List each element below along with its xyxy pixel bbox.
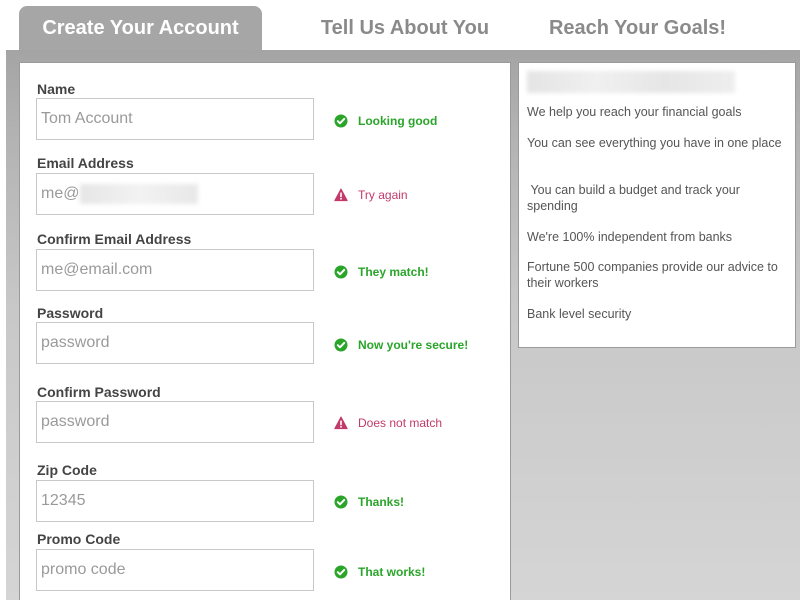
- account-form: Name Tom Account Looking good Email Addr…: [19, 62, 511, 600]
- tab-create-account[interactable]: Create Your Account: [19, 6, 262, 50]
- confirm-password-label: Confirm Password: [37, 384, 161, 400]
- benefit-item: We help you reach your financial goals: [527, 105, 742, 119]
- email-input[interactable]: me@: [36, 173, 314, 215]
- warning-triangle-icon: [334, 188, 348, 202]
- tab-bar: Create Your Account Tell Us About You Re…: [0, 0, 800, 50]
- password-status: Now you're secure!: [334, 338, 468, 352]
- confirm-password-status-text: Does not match: [358, 416, 443, 430]
- zip-code-input-value: 12345: [41, 492, 86, 509]
- name-label: Name: [37, 81, 76, 97]
- promo-code-status: That works!: [334, 565, 425, 579]
- confirm-email-input[interactable]: me@email.com: [36, 249, 314, 291]
- confirm-email-status: They match!: [334, 265, 429, 279]
- confirm-password-input[interactable]: password: [36, 401, 314, 443]
- name-status: Looking good: [334, 114, 437, 128]
- email-input-value: me@: [41, 185, 80, 202]
- check-circle-icon: [334, 495, 348, 509]
- zip-code-status: Thanks!: [334, 495, 404, 509]
- check-circle-icon: [334, 114, 348, 128]
- email-status-text: Try again: [358, 188, 408, 202]
- benefit-item: Fortune 500 companies provide our advice…: [527, 260, 782, 290]
- check-circle-icon: [334, 265, 348, 279]
- promo-code-label: Promo Code: [37, 531, 121, 547]
- name-status-text: Looking good: [358, 114, 438, 128]
- promo-code-input[interactable]: promo code: [36, 549, 314, 591]
- promo-code-status-text: That works!: [358, 565, 426, 579]
- confirm-password-status: Does not match: [334, 416, 442, 430]
- redacted-email: [80, 184, 199, 204]
- benefit-item: Bank level security: [527, 307, 632, 321]
- password-status-text: Now you're secure!: [358, 338, 469, 352]
- confirm-email-status-text: They match!: [358, 265, 429, 279]
- benefit-item: You can build a budget and track your sp…: [527, 183, 744, 213]
- email-label: Email Address: [37, 155, 134, 171]
- confirm-email-label: Confirm Email Address: [37, 231, 192, 247]
- redacted-heading: [527, 71, 735, 93]
- promo-code-input-value: promo code: [41, 561, 126, 578]
- benefits-panel: We help you reach your financial goals Y…: [518, 62, 796, 348]
- check-circle-icon: [334, 565, 348, 579]
- password-label: Password: [37, 305, 104, 321]
- zip-code-input[interactable]: 12345: [36, 480, 314, 522]
- tab-tell-us-about-you[interactable]: Tell Us About You: [300, 6, 510, 50]
- name-input[interactable]: Tom Account: [36, 98, 314, 140]
- password-input-value: password: [41, 334, 110, 351]
- name-input-value: Tom Account: [41, 110, 133, 127]
- warning-triangle-icon: [334, 416, 348, 430]
- zip-code-status-text: Thanks!: [358, 495, 405, 509]
- check-circle-icon: [334, 338, 348, 352]
- benefit-item: We're 100% independent from banks: [527, 230, 733, 244]
- benefit-item: You can see everything you have in one p…: [527, 136, 782, 150]
- email-status: Try again: [334, 188, 408, 202]
- tab-reach-your-goals[interactable]: Reach Your Goals!: [530, 6, 745, 50]
- confirm-email-input-value: me@email.com: [41, 261, 153, 278]
- confirm-password-input-value: password: [41, 413, 110, 430]
- password-input[interactable]: password: [36, 322, 314, 364]
- zip-code-label: Zip Code: [37, 462, 97, 478]
